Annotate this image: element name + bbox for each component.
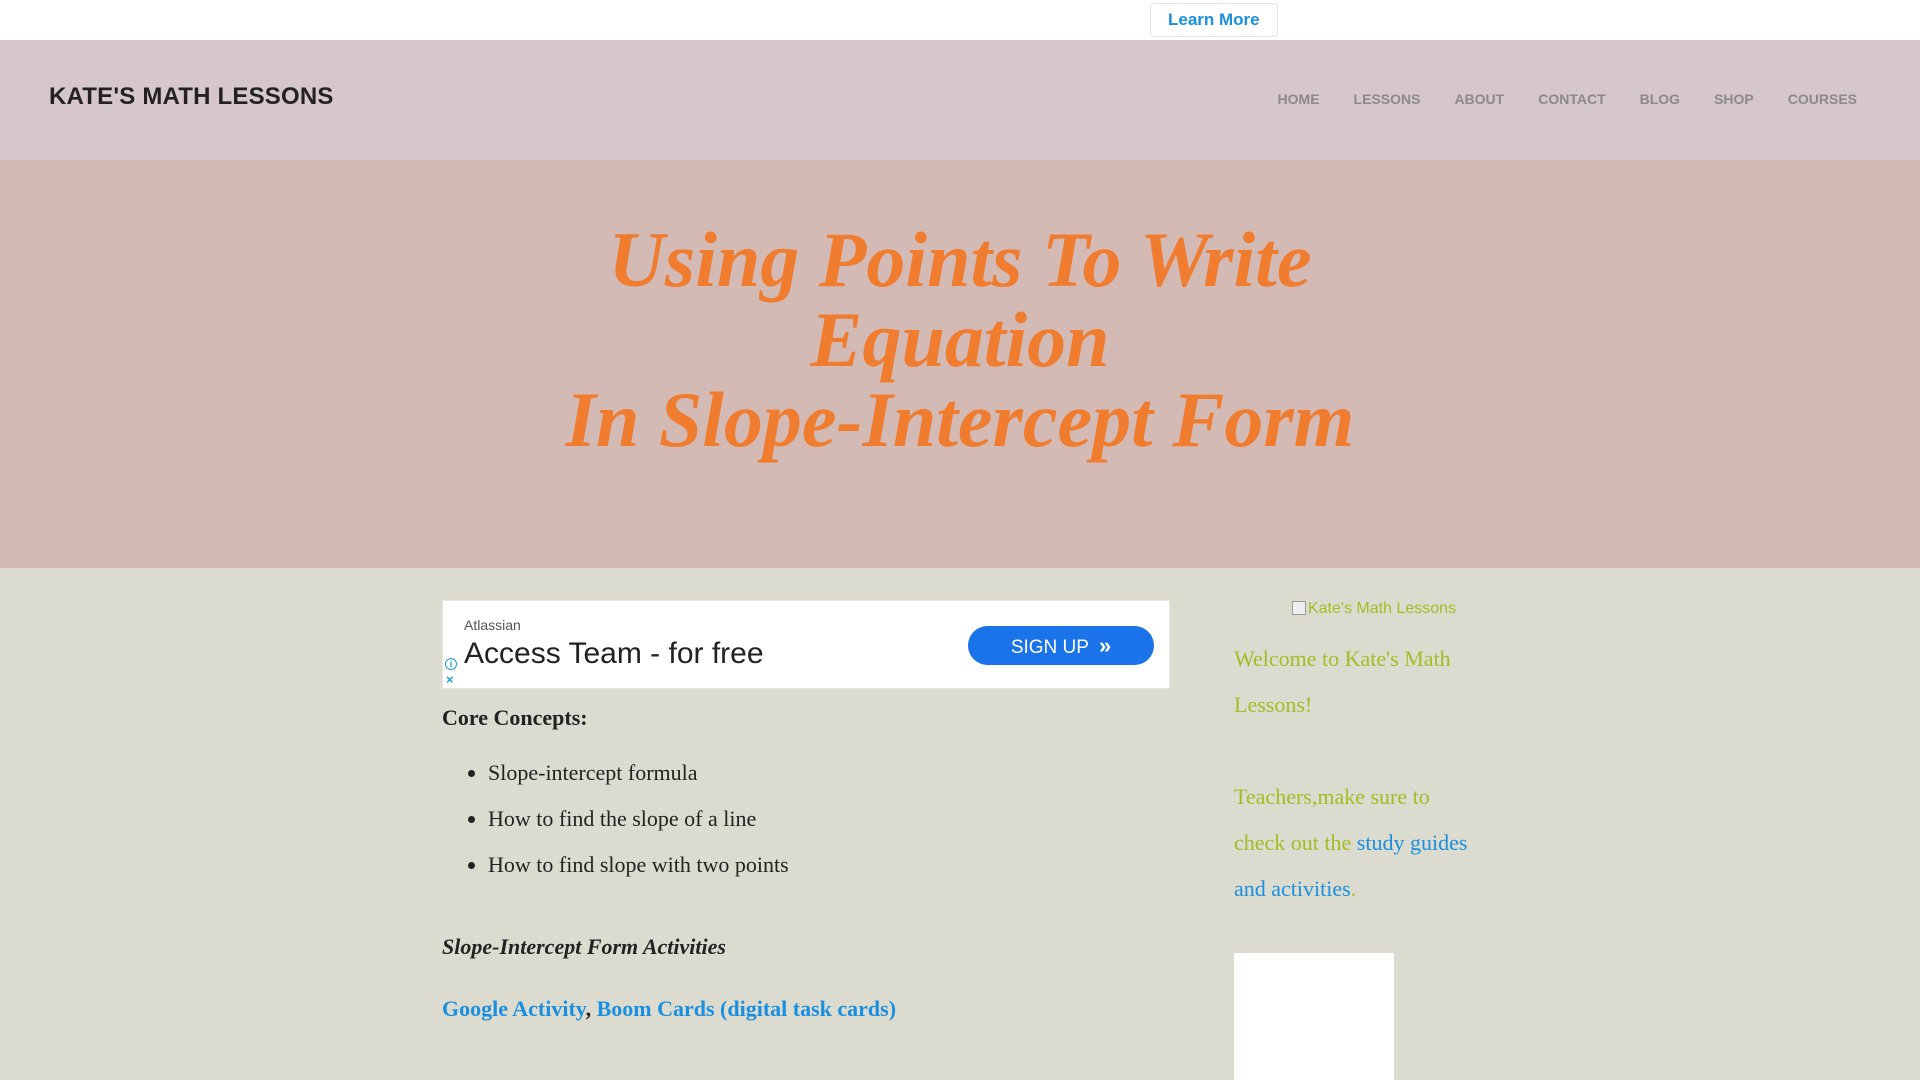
nav-shop[interactable]: SHOP <box>1714 91 1754 107</box>
nav-home[interactable]: HOME <box>1278 91 1320 107</box>
list-item: How to find the slope of a line <box>488 796 1170 842</box>
list-item: How to find slope with two points <box>488 842 1170 888</box>
nav-blog[interactable]: BLOG <box>1640 91 1680 107</box>
sidebar-logo-alt: Kate's Math Lessons <box>1307 600 1457 617</box>
nav-courses[interactable]: COURSES <box>1788 91 1857 107</box>
activity-links: Google Activity, Boom Cards (digital tas… <box>442 996 1170 1022</box>
learn-more-button[interactable]: Learn More <box>1150 3 1278 37</box>
sidebar-logo[interactable]: Kate's Math Lessons <box>1234 600 1474 630</box>
double-chevron-right-icon: » <box>1098 633 1112 658</box>
ad-banner[interactable]: Atlassian Access Team - for free SIGN UP… <box>442 600 1170 689</box>
core-concepts-heading: Core Concepts: <box>442 705 588 730</box>
page-title-line-3: In Slope-Intercept Form <box>565 376 1355 463</box>
sidebar: Kate's Math Lessons Welcome to Kate's Ma… <box>1234 600 1474 1080</box>
top-bar: Learn More <box>0 0 1920 40</box>
close-icon[interactable]: × <box>446 672 454 687</box>
page-title-line-1: Using Points To Write <box>608 216 1312 303</box>
broken-image-icon <box>1291 601 1306 615</box>
link-separator: , <box>585 996 592 1021</box>
ad-headline[interactable]: Access Team - for free <box>464 637 764 671</box>
google-activity-link[interactable]: Google Activity <box>442 996 586 1021</box>
boom-cards-link[interactable]: Boom Cards (digital task cards) <box>597 996 896 1021</box>
page-title-line-2: Equation <box>810 296 1110 383</box>
list-item: Slope-intercept formula <box>488 750 1170 796</box>
site-header: KATE'S MATH LESSONS HOME LESSONS ABOUT C… <box>0 40 1920 160</box>
activities-heading: Slope-Intercept Form Activities <box>442 934 726 959</box>
welcome-text: Welcome to Kate's Math Lessons! <box>1234 646 1451 717</box>
teachers-note-suffix: . <box>1350 876 1357 901</box>
nav-about[interactable]: ABOUT <box>1454 91 1504 107</box>
sidebar-widget-box <box>1234 953 1394 1080</box>
hero-banner: Using Points To Write Equation In Slope-… <box>0 160 1920 568</box>
core-concepts-list: Slope-intercept formula How to find the … <box>488 750 1170 888</box>
nav-lessons[interactable]: LESSONS <box>1354 91 1421 107</box>
main-content: Core Concepts: Slope-intercept formula H… <box>442 705 1170 1022</box>
teachers-note: Teachers,make sure to check out the stud… <box>1234 774 1474 912</box>
nav-contact[interactable]: CONTACT <box>1538 91 1605 107</box>
main-nav: HOME LESSONS ABOUT CONTACT BLOG SHOP COU… <box>1278 91 1857 107</box>
site-title[interactable]: KATE'S MATH LESSONS <box>49 83 334 111</box>
page-title: Using Points To Write Equation In Slope-… <box>460 220 1460 460</box>
ad-signup-button[interactable]: SIGN UP » <box>968 626 1154 665</box>
ad-signup-label: SIGN UP <box>1010 637 1089 658</box>
info-icon[interactable]: i <box>445 658 457 670</box>
ad-sponsor: Atlassian <box>464 617 521 633</box>
